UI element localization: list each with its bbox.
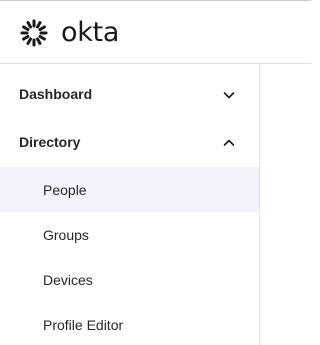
brand-wordmark: okta [61,17,120,48]
sidebar-item-label: People [43,182,87,198]
sidebar-item-groups[interactable]: Groups [0,212,259,257]
sidebar-item-devices[interactable]: Devices [0,257,259,302]
sidebar-item-label: Profile Editor [43,317,124,333]
sidebar-item-label: Devices [43,272,93,288]
sidebar-item-people[interactable]: People [0,167,259,212]
app-frame: okta Dashboard Directory People Groups D… [0,0,311,345]
brand-logo[interactable]: okta [19,15,119,51]
main-content [260,64,311,345]
sidebar-item-profile-editor[interactable]: Profile Editor [0,302,259,345]
sidebar-item-label: Groups [43,227,89,243]
sidebar-section-directory[interactable]: Directory [0,119,259,167]
sidebar-section-label: Directory [19,134,81,150]
top-header: okta [0,1,311,64]
chevron-up-icon [223,139,235,146]
sidebar-section-label: Dashboard [19,86,93,102]
chevron-down-icon [223,92,235,99]
sidebar-nav: Dashboard Directory People Groups Device… [0,64,260,345]
okta-sunburst-icon [20,19,48,47]
sidebar-section-dashboard[interactable]: Dashboard [0,71,259,119]
